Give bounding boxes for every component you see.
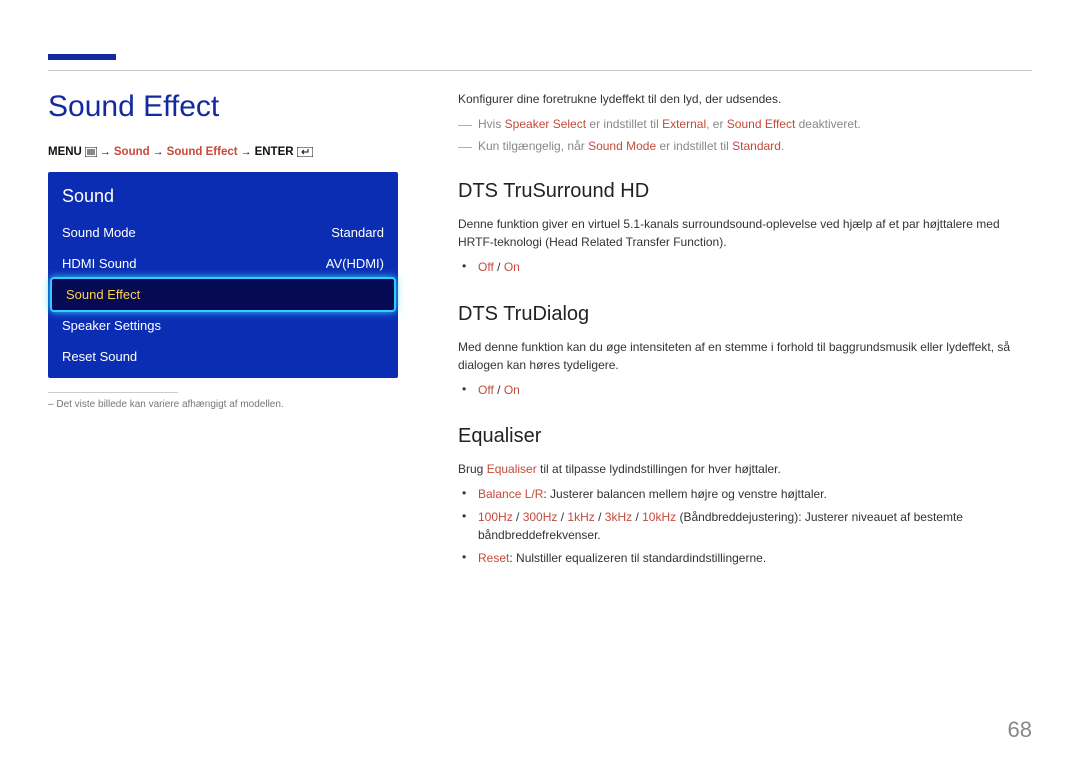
section-bar: [48, 54, 116, 60]
menu-item-label: Sound Effect: [66, 287, 140, 302]
trudialog-body: Med denne funktion kan du øge intensitet…: [458, 338, 1032, 375]
page-title: Sound Effect: [48, 90, 398, 124]
note-sound-mode: Kun tilgængelig, når Sound Mode er indst…: [458, 137, 1032, 156]
menu-icon: [85, 147, 97, 158]
note-speaker-select: Hvis Speaker Select er indstillet til Ex…: [458, 115, 1032, 134]
section-heading-equaliser: Equaliser: [458, 421, 1032, 452]
enter-icon: [297, 147, 313, 158]
section-heading-trudialog: DTS TruDialog: [458, 299, 1032, 330]
menu-item[interactable]: Sound Effect: [52, 279, 394, 310]
menu-item-label: Sound Mode: [62, 225, 136, 240]
sound-menu-panel: Sound Sound Mode Standard HDMI Sound AV(HDM…: [48, 172, 398, 378]
menu-title: Sound: [48, 180, 398, 217]
arrow-icon: →: [241, 146, 252, 158]
menu-item-label: HDMI Sound: [62, 256, 136, 271]
trudialog-options: Off / On: [474, 379, 1032, 402]
equaliser-bands: 100Hz / 300Hz / 1kHz / 3kHz / 10kHz (Bån…: [474, 506, 1032, 547]
section-heading-trusurround: DTS TruSurround HD: [458, 176, 1032, 207]
footnote-rule: [48, 392, 178, 393]
footnote-text: Det viste billede kan variere afhængigt …: [56, 399, 283, 410]
menu-item[interactable]: Speaker Settings: [48, 310, 398, 341]
crumb-menu: MENU: [48, 146, 82, 158]
menu-item-label: Reset Sound: [62, 349, 137, 364]
trusurround-options: Off / On: [474, 256, 1032, 279]
intro-text: Konfigurer dine foretrukne lydeffekt til…: [458, 90, 1032, 109]
equaliser-reset: Reset: Nulstiller equalizeren til standa…: [474, 547, 1032, 570]
menu-item[interactable]: Sound Mode Standard: [48, 217, 398, 248]
page-number: 68: [1008, 717, 1032, 743]
menu-item[interactable]: Reset Sound: [48, 341, 398, 372]
arrow-icon: →: [100, 146, 111, 158]
horizontal-rule: [48, 70, 1032, 71]
equaliser-lead: Brug Equaliser til at tilpasse lydindsti…: [458, 460, 1032, 479]
crumb-sound: Sound: [114, 146, 150, 158]
trusurround-body: Denne funktion giver en virtuel 5.1-kana…: [458, 215, 1032, 252]
footnote: – Det viste billede kan variere afhængig…: [48, 399, 398, 410]
menu-item-value: Standard: [331, 225, 384, 240]
left-column: Sound Effect MENU → Sound → Sound Effect…: [48, 90, 398, 735]
menu-item[interactable]: HDMI Sound AV(HDMI): [48, 248, 398, 279]
crumb-enter: ENTER: [255, 146, 294, 158]
right-column: Konfigurer dine foretrukne lydeffekt til…: [458, 90, 1032, 735]
menu-item-value: AV(HDMI): [326, 256, 384, 271]
menu-item-label: Speaker Settings: [62, 318, 161, 333]
breadcrumb: MENU → Sound → Sound Effect → ENTER: [48, 146, 398, 158]
equaliser-balance: Balance L/R: Justerer balancen mellem hø…: [474, 483, 1032, 506]
crumb-sound-effect: Sound Effect: [167, 146, 238, 158]
arrow-icon: →: [153, 146, 164, 158]
